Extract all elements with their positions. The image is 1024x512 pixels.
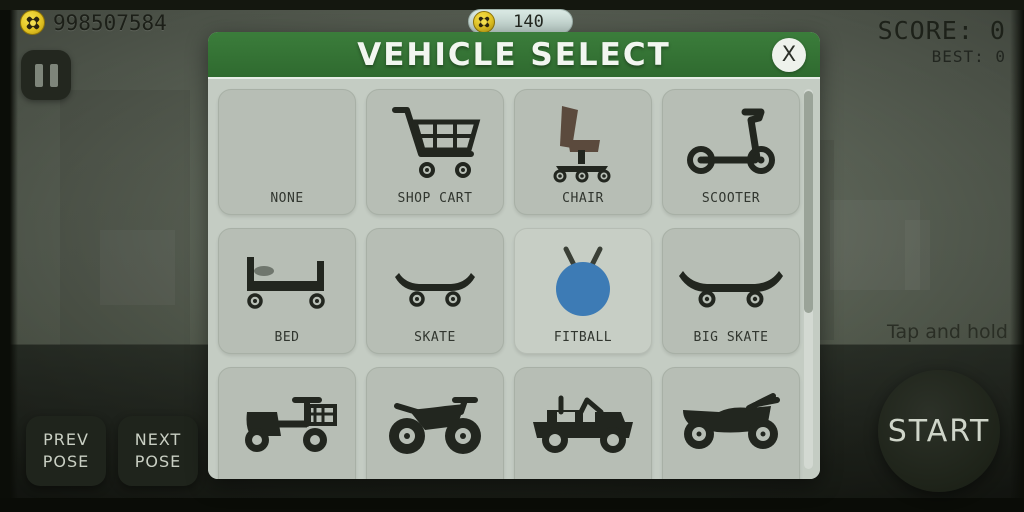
pause-button[interactable] (21, 50, 71, 100)
jeep-icon (515, 374, 651, 466)
pause-icon (34, 63, 43, 87)
atv-quad-icon (663, 374, 799, 466)
start-button-label: START (887, 413, 991, 449)
vehicle-tile-label: BED (274, 330, 300, 345)
best-value: BEST: 0 (931, 47, 1006, 67)
currency-display: 998507584 (20, 10, 167, 35)
bed-icon (219, 235, 355, 327)
vehicle-tile[interactable] (662, 367, 800, 479)
tap-and-hold-hint: Tap and hold (887, 321, 1008, 343)
dialog-title: VEHICLE SELECT (357, 36, 671, 73)
next-pose-label-line1: NEXT (134, 430, 182, 450)
vehicle-tile[interactable]: SKATE (366, 228, 504, 354)
vehicle-tile[interactable]: NONE (218, 89, 356, 215)
vehicle-tile[interactable]: BED (218, 228, 356, 354)
score-display: SCORE: 0 BEST: 0 (877, 16, 1006, 67)
dialog-body: NONE SHOP CART CHAIR SCOOTER BED SKATE F… (208, 79, 820, 479)
big-skateboard-icon (663, 235, 799, 327)
vehicle-tile-label: CHAIR (562, 191, 604, 206)
prev-pose-label-line2: POSE (42, 452, 90, 471)
close-label: X (781, 42, 797, 66)
vehicle-tile[interactable] (218, 367, 356, 479)
bottom-letterbox (0, 498, 1024, 512)
vehicle-tile[interactable]: SHOP CART (366, 89, 504, 215)
vehicle-tile-label: SKATE (414, 330, 456, 345)
skateboard-icon (367, 235, 503, 327)
vehicle-tile-label: NONE (270, 191, 304, 206)
scrollbar-thumb[interactable] (804, 91, 813, 313)
next-pose-label-line2: POSE (134, 452, 182, 471)
vehicle-tile-label: SCOOTER (701, 191, 761, 206)
scooter-icon (663, 96, 799, 188)
next-pose-button[interactable]: NEXT POSE (118, 416, 198, 486)
coin-icon (473, 10, 495, 33)
dialog-header: VEHICLE SELECT X (208, 32, 820, 79)
none-icon (219, 96, 355, 188)
coin-icon (20, 10, 45, 35)
vehicle-tile[interactable] (514, 367, 652, 479)
game-screen: 998507584 140 SCORE: 0 BEST: 0 PREV POSE… (0, 0, 1024, 512)
coin-pill-amount: 140 (513, 11, 544, 32)
vehicle-tile[interactable]: SCOOTER (662, 89, 800, 215)
vehicle-tile-label: SHOP CART (397, 191, 473, 206)
prev-pose-button[interactable]: PREV POSE (26, 416, 106, 486)
shopping-cart-icon (367, 96, 503, 188)
vehicle-select-dialog: VEHICLE SELECT X NONE SHOP CART CHAIR SC (208, 32, 820, 479)
office-chair-icon (515, 96, 651, 188)
start-button[interactable]: START (878, 370, 1000, 492)
score-value: SCORE: 0 (877, 16, 1006, 45)
vehicle-tile-label: BIG SKATE (693, 330, 769, 345)
vehicle-grid: NONE SHOP CART CHAIR SCOOTER BED SKATE F… (218, 89, 802, 479)
vehicle-tile[interactable] (366, 367, 504, 479)
vehicle-tile-label: FITBALL (553, 330, 613, 345)
dirt-bike-icon (367, 374, 503, 466)
fitball-icon (515, 235, 651, 327)
moped-icon (219, 374, 355, 466)
vehicle-tile[interactable]: FITBALL (514, 228, 652, 354)
left-letterbox (0, 0, 18, 512)
right-letterbox (1010, 0, 1024, 512)
close-icon[interactable]: X (772, 37, 806, 72)
vehicle-tile[interactable]: BIG SKATE (662, 228, 800, 354)
vehicle-tile[interactable]: CHAIR (514, 89, 652, 215)
prev-pose-label-line1: PREV (43, 430, 89, 450)
coin-pill: 140 (468, 9, 573, 34)
currency-amount: 998507584 (53, 10, 167, 35)
pause-icon (49, 63, 58, 87)
